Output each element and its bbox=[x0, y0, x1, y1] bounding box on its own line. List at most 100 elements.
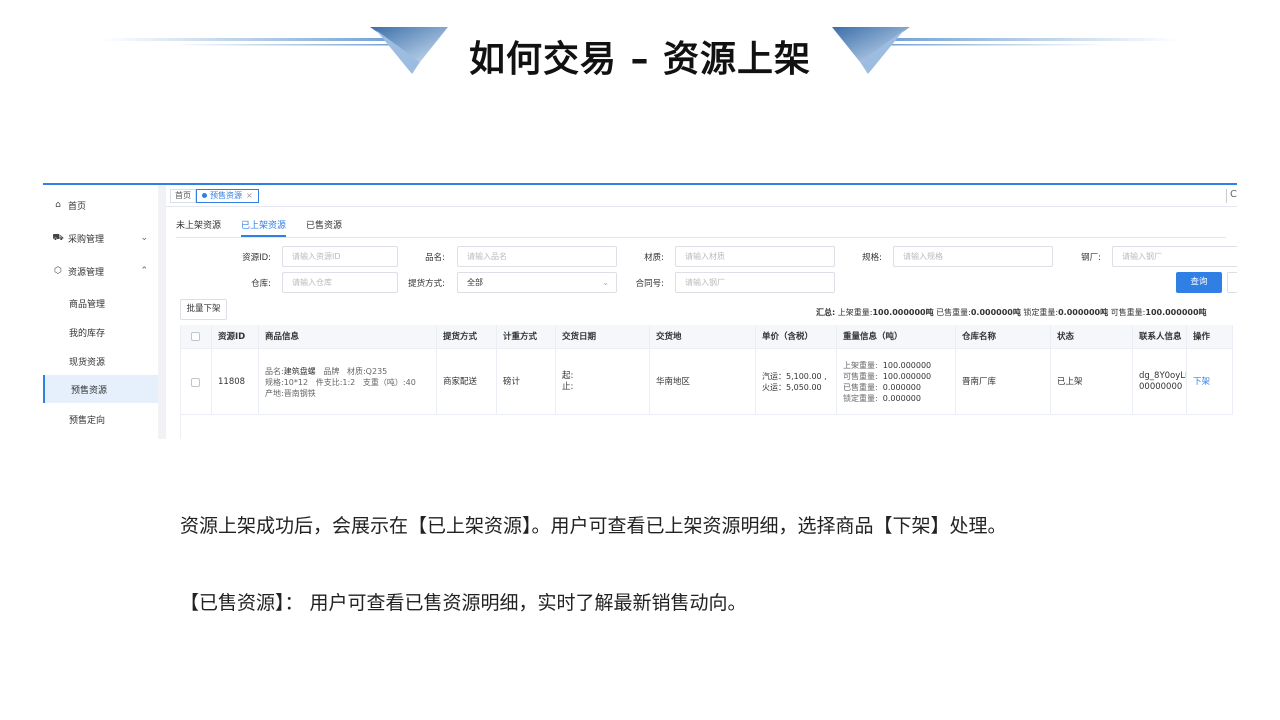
col-weight-info: 重量信息（吨） bbox=[837, 325, 956, 349]
cell-contact: dg_8Y0oyLD 00000000 bbox=[1133, 349, 1187, 415]
product-info-line2: 规格:10*12 件支比:1:2 支重（吨）:40 bbox=[265, 377, 436, 388]
tab-presale[interactable]: 预售资源 × bbox=[196, 189, 259, 203]
cell-pickup: 商家配送 bbox=[437, 349, 497, 415]
spec-input[interactable]: 请输入规格 bbox=[893, 246, 1053, 267]
sidebar-item-label: 预售定向 bbox=[69, 415, 106, 426]
close-icon[interactable]: × bbox=[246, 191, 253, 200]
cell-delivery-place: 华南地区 bbox=[650, 349, 756, 415]
sidebar-item-presale-targeted[interactable]: 预售定向 bbox=[43, 405, 158, 433]
sidebar-item-products[interactable]: 商品管理 bbox=[43, 289, 158, 317]
contract-label: 合同号: bbox=[635, 279, 664, 289]
sidebar-item-label: 采购管理 bbox=[68, 234, 105, 245]
material-input[interactable]: 请输入材质 bbox=[675, 246, 835, 267]
select-all-checkbox[interactable] bbox=[181, 325, 212, 349]
summary-available-label: 可售重量: bbox=[1110, 308, 1146, 317]
weight-locked: 锁定重量: 0.000000 bbox=[843, 393, 955, 404]
weight-locked-key: 锁定重量: bbox=[843, 394, 878, 403]
product-name-label: 品名: bbox=[425, 253, 445, 263]
search-button[interactable]: 查询 bbox=[1176, 272, 1222, 293]
tab-listed[interactable]: 已上架资源 bbox=[241, 218, 287, 237]
contract-input[interactable]: 请输入钢厂 bbox=[675, 272, 835, 293]
sidebar-item-purchase[interactable]: ⛟ 采购管理 ⌄ bbox=[43, 224, 158, 252]
date-end: 止: bbox=[562, 382, 574, 392]
table-header: 资源ID 商品信息 提货方式 计重方式 交货日期 交货地 单价（含税） 重量信息… bbox=[181, 325, 1233, 349]
weight-sold: 已售重量: 0.000000 bbox=[843, 382, 955, 393]
product-unit-weight: 支重（吨）:40 bbox=[362, 377, 416, 387]
chevron-down-icon: ⌄ bbox=[140, 233, 148, 243]
batch-delist-button[interactable]: 批量下架 bbox=[180, 299, 227, 320]
summary-locked-value: 0.000000吨 bbox=[1058, 308, 1109, 317]
resource-id-label: 资源ID: bbox=[242, 253, 271, 263]
product-brand: 品牌 bbox=[323, 366, 340, 376]
sidebar-item-label: 我的库存 bbox=[69, 328, 106, 339]
summary-sold-label: 已售重量: bbox=[936, 308, 971, 317]
product-info-line1: 品名:建筑盘螺 品牌 材质:Q235 bbox=[265, 366, 436, 377]
summary-available-value: 100.000000吨 bbox=[1145, 308, 1207, 317]
sidebar-item-label: 现货资源 bbox=[69, 357, 106, 368]
cell-status: 已上架 bbox=[1051, 349, 1133, 415]
col-delivery-place: 交货地 bbox=[650, 325, 756, 349]
weight-available-key: 可售重量: bbox=[843, 372, 878, 381]
col-action: 操作 bbox=[1187, 325, 1233, 349]
tab-home[interactable]: 首页 bbox=[170, 189, 196, 203]
price-truck: 汽运：5,100.00 , bbox=[762, 372, 827, 381]
cell-price: 汽运：5,100.00 , 火运：5,050.00 bbox=[756, 349, 837, 415]
cell-delivery-date: 起: 止: bbox=[556, 349, 650, 415]
row-checkbox[interactable] bbox=[181, 349, 212, 415]
sidebar-item-resource[interactable]: ⬡ 资源管理 ⌃ bbox=[43, 257, 158, 285]
pickup-select[interactable]: 全部 ⌄ bbox=[457, 272, 617, 293]
sidebar-item-inventory[interactable]: 我的库存 bbox=[43, 318, 158, 346]
resource-id-input[interactable]: 请输入资源ID bbox=[282, 246, 398, 267]
warehouse-input[interactable]: 请输入仓库 bbox=[282, 272, 398, 293]
tab-unlisted[interactable]: 未上架资源 bbox=[176, 218, 221, 231]
cell-warehouse: 晋南厂库 bbox=[956, 349, 1051, 415]
weight-listed: 上架重量: 100.000000 bbox=[843, 360, 955, 371]
sidebar-item-home[interactable]: ⌂ 首页 bbox=[43, 191, 158, 219]
product-material: 材质:Q235 bbox=[346, 366, 388, 376]
slide: 如何交易 – 资源上架 ⌂ 首页 ⛟ 采购管理 ⌄ ⬡ 资源管理 ⌃ 商品管理 … bbox=[0, 0, 1280, 720]
product-origin: 产地:晋南钢铁 bbox=[265, 388, 316, 398]
spec-label: 规格: bbox=[862, 253, 882, 263]
reset-button[interactable]: 重置 bbox=[1227, 272, 1237, 293]
cell-weight-info: 上架重量: 100.000000 可售重量: 100.000000 已售重量: … bbox=[837, 349, 956, 415]
weight-listed-key: 上架重量: bbox=[843, 361, 878, 370]
tab-sold[interactable]: 已售资源 bbox=[306, 218, 342, 231]
summary-locked-label: 锁定重量: bbox=[1023, 308, 1059, 317]
delist-link[interactable]: 下架 bbox=[1193, 377, 1232, 388]
active-dot-icon bbox=[202, 193, 207, 198]
cell-weighing: 磅计 bbox=[497, 349, 556, 415]
sidebar-item-spot[interactable]: 现货资源 bbox=[43, 347, 158, 375]
mill-input[interactable]: 请输入钢厂 bbox=[1112, 246, 1237, 267]
refresh-icon[interactable]: C bbox=[1226, 189, 1237, 203]
col-product-info: 商品信息 bbox=[259, 325, 437, 349]
status-tabs: 未上架资源 已上架资源 已售资源 bbox=[176, 218, 1226, 238]
pickup-select-value: 全部 bbox=[467, 278, 483, 287]
cell-action: 下架 bbox=[1187, 349, 1233, 415]
sidebar-item-presale[interactable]: 预售资源 bbox=[43, 375, 158, 403]
sidebar-item-label: 首页 bbox=[68, 201, 87, 212]
summary-listed-label: 上架重量: bbox=[837, 308, 873, 317]
date-start: 起: bbox=[562, 371, 574, 381]
product-name-value: 建筑盘螺 bbox=[283, 366, 316, 376]
box-icon: ⬡ bbox=[54, 266, 62, 276]
product-name-input[interactable]: 请输入品名 bbox=[457, 246, 617, 267]
col-warehouse: 仓库名称 bbox=[956, 325, 1051, 349]
slide-title: 如何交易 – 资源上架 bbox=[468, 39, 812, 80]
summary-listed-value: 100.000000吨 bbox=[872, 308, 934, 317]
col-pickup: 提货方式 bbox=[437, 325, 497, 349]
weight-listed-value: 100.000000 bbox=[882, 361, 932, 370]
material-label: 材质: bbox=[644, 253, 664, 263]
pickup-label: 提货方式: bbox=[408, 279, 445, 289]
resource-table: 资源ID 商品信息 提货方式 计重方式 交货日期 交货地 单价（含税） 重量信息… bbox=[180, 325, 1233, 439]
description-paragraph-2: 【已售资源】： 用户可查看已售资源明细，实时了解最新销售动向。 bbox=[180, 592, 747, 614]
table-row[interactable]: 11808 品名:建筑盘螺 品牌 材质:Q235 规格:10*12 件支比:1:… bbox=[181, 349, 1233, 415]
mill-label: 钢厂: bbox=[1081, 253, 1101, 263]
cell-resource-id: 11808 bbox=[212, 349, 259, 415]
cell-product-info: 品名:建筑盘螺 品牌 材质:Q235 规格:10*12 件支比:1:2 支重（吨… bbox=[259, 349, 437, 415]
product-spec: 规格:10*12 bbox=[265, 377, 309, 387]
contact-line1: dg_8Y0oyLD bbox=[1139, 371, 1187, 381]
col-status: 状态 bbox=[1051, 325, 1133, 349]
col-weighing: 计重方式 bbox=[497, 325, 556, 349]
col-price: 单价（含税） bbox=[756, 325, 837, 349]
summary-label: 汇总: bbox=[816, 308, 836, 317]
